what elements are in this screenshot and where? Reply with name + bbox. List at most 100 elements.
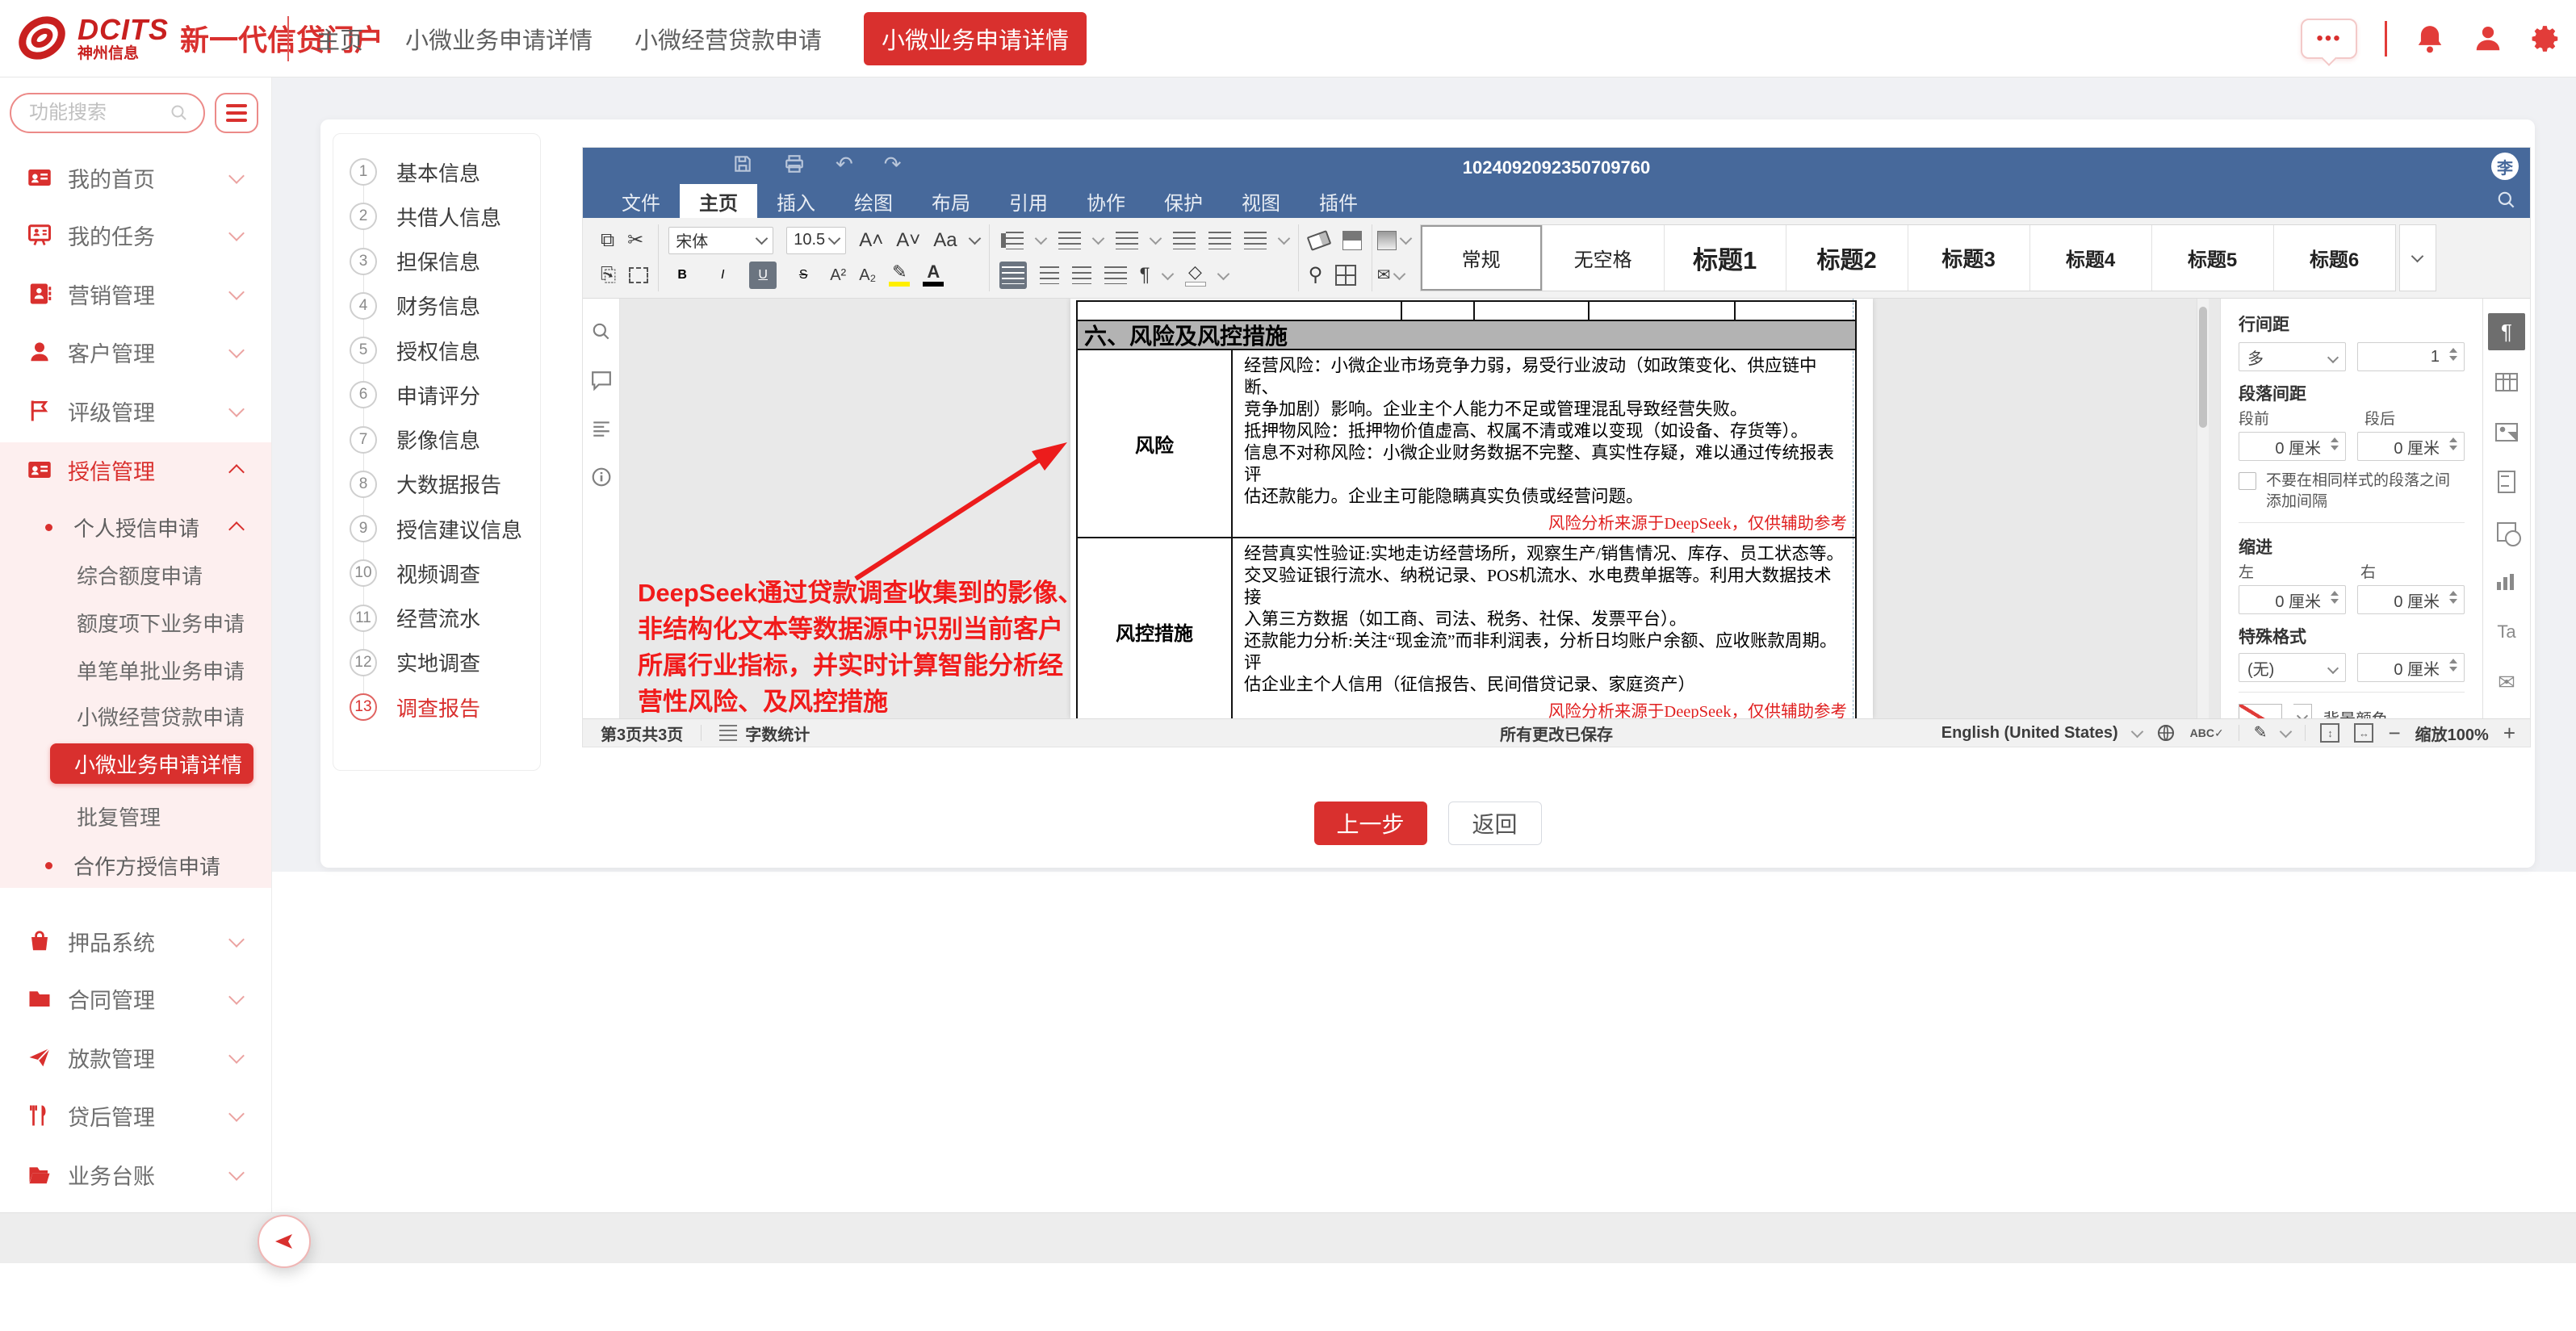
back-button[interactable]: 返回 [1448,802,1542,845]
copy-icon[interactable]: ⧉ [601,231,614,250]
stepper-icon[interactable] [2449,659,2457,672]
superscript-icon[interactable]: A² [830,267,846,283]
highlight-color-icon[interactable]: ✎ [889,264,910,287]
text-art-icon[interactable]: Ta [2488,613,2525,651]
stepper-icon[interactable] [2331,437,2339,450]
menu-tab-insert[interactable]: 插入 [757,184,835,218]
style-heading1[interactable]: 标题1 [1665,225,1786,291]
step-scoring[interactable]: 6申请评分 [350,379,522,411]
menu-tab-file[interactable]: 文件 [602,184,680,218]
shading-icon[interactable] [1342,231,1362,250]
paragraph-marks-icon[interactable]: ¶ [1140,266,1150,285]
word-count[interactable]: 字数统计 [702,719,827,747]
menu-tab-draw[interactable]: 绘图 [835,184,912,218]
sidebar-search[interactable] [10,93,205,133]
line-spacing-select[interactable]: 多 [2239,342,2346,371]
sidebar-item-personal-credit[interactable]: 个人授信申请 [0,503,271,551]
sidebar-item-customers[interactable]: 客户管理 [0,323,271,381]
sidebar-item-micro-detail-active[interactable]: 小微业务申请详情 [50,743,253,784]
menu-tab-home[interactable]: 主页 [680,184,757,218]
step-finance[interactable]: 4财务信息 [350,290,522,322]
underline-icon[interactable]: U [749,262,777,289]
globe-icon[interactable] [2156,723,2176,743]
step-authorization[interactable]: 5授权信息 [350,334,522,366]
cut-icon[interactable]: ✂ [627,231,643,250]
style-no-spacing[interactable]: 无空格 [1543,225,1665,291]
more-bubble-icon[interactable]: ••• [2301,19,2357,59]
tab-home[interactable]: 主页 [316,22,363,56]
no-gap-checkbox[interactable] [2239,472,2256,490]
tab-micro-detail-active[interactable]: 小微业务申请详情 [864,12,1087,65]
undo-icon[interactable]: ↶ [836,153,853,174]
grow-font-icon[interactable]: A˄ [859,231,883,250]
bullet-list-icon[interactable] [1006,232,1024,249]
sidebar-item-partner-credit[interactable]: 合作方授信申请 [0,841,271,889]
spacing-before-input[interactable]: 0 厘米 [2239,432,2346,461]
language-select[interactable]: English (United States) [1941,724,2118,743]
change-case-icon[interactable]: Aa [933,231,957,250]
menu-tab-references[interactable]: 引用 [990,184,1067,218]
tab-micro-loan-apply[interactable]: 小微经营贷款申请 [635,22,822,56]
sidebar-item-my-home[interactable]: 我的首页 [0,149,271,207]
step-business-flow[interactable]: 11经营流水 [350,602,522,634]
shading-color-icon[interactable]: ◇ [1185,264,1206,287]
stepper-icon[interactable] [2449,591,2457,604]
redo-icon[interactable]: ↷ [884,153,902,174]
menu-tab-plugins[interactable]: 插件 [1300,184,1377,218]
comments-icon[interactable] [591,370,612,391]
document-scrollbar[interactable] [2197,299,2209,718]
step-survey-report-active[interactable]: 13调查报告 [350,691,522,723]
borders-icon[interactable] [1335,265,1356,286]
align-left-icon[interactable] [999,262,1027,289]
previous-step-button[interactable]: 上一步 [1314,802,1427,845]
menu-toggle-button[interactable] [215,93,258,133]
line-spacing-value-input[interactable]: 1 [2357,342,2465,371]
indent-right-input[interactable]: 0 厘米 [2357,585,2465,614]
paste-icon[interactable]: ⎘ [601,266,616,285]
subscript-icon[interactable]: A₂ [859,267,876,283]
header-footer-icon[interactable] [2488,463,2525,500]
sidebar-item-contracts[interactable]: 合同管理 [0,969,271,1028]
align-right-icon[interactable] [1072,266,1091,284]
shrink-font-icon[interactable]: A˅ [896,231,920,250]
table-settings-icon[interactable] [2488,363,2525,400]
sidebar-item-my-tasks[interactable]: 我的任务 [0,206,271,264]
increase-indent-icon[interactable] [1208,232,1231,249]
sidebar-item-collateral[interactable]: 押品系统 [0,912,271,970]
gear-icon[interactable] [2531,23,2561,54]
spellcheck-icon[interactable]: ABC✓ [2190,726,2224,740]
print-icon[interactable] [784,153,805,174]
mail-merge-icon[interactable]: ✉ [1377,267,1391,283]
step-basic-info[interactable]: 1基本信息 [350,156,522,188]
clear-format-icon[interactable] [1306,230,1331,251]
fit-page-icon[interactable]: ↕ [2320,723,2339,743]
step-video-survey[interactable]: 10视频调查 [350,557,522,589]
multilevel-list-icon[interactable] [1116,232,1138,249]
sidebar-item-rating[interactable]: 评级管理 [0,382,271,440]
image-settings-icon[interactable] [2488,413,2525,450]
stepper-icon[interactable] [2331,591,2339,604]
align-center-icon[interactable] [1040,266,1059,284]
strikethrough-icon[interactable]: S [790,262,817,289]
special-format-amount-input[interactable]: 0 厘米 [2357,653,2465,682]
bold-icon[interactable]: B [668,262,696,289]
avatar[interactable]: 李 [2491,153,2519,180]
decrease-indent-icon[interactable] [1173,232,1196,249]
page-color-icon[interactable] [1377,231,1397,250]
sidebar-item-business-ledger[interactable]: 业务台账 [0,1145,271,1203]
editor-search-icon[interactable] [2496,190,2517,211]
align-justify-icon[interactable] [1104,266,1127,284]
search-input[interactable] [27,101,168,125]
sidebar-item-single-batch[interactable]: 单笔单批业务申请 [0,648,271,692]
step-imaging[interactable]: 7影像信息 [350,424,522,456]
headings-icon[interactable] [591,418,612,439]
style-heading4[interactable]: 标题4 [2030,225,2152,291]
document-page[interactable]: 六、风险及风控措施 风险 经营风险：小微企业市场竞争力弱，易受行业波动（如政策变… [1070,299,1873,718]
select-icon[interactable] [629,267,648,283]
sidebar-item-post-loan[interactable]: 贷后管理 [0,1086,271,1145]
step-field-survey[interactable]: 12实地调查 [350,647,522,679]
step-credit-advice[interactable]: 9授信建议信息 [350,513,522,545]
background-color-dropdown[interactable] [2293,704,2312,718]
font-size-select[interactable]: 10.5 [786,227,846,254]
sidebar-item-micro-loan-apply[interactable]: 小微经营贷款申请 [0,694,271,738]
